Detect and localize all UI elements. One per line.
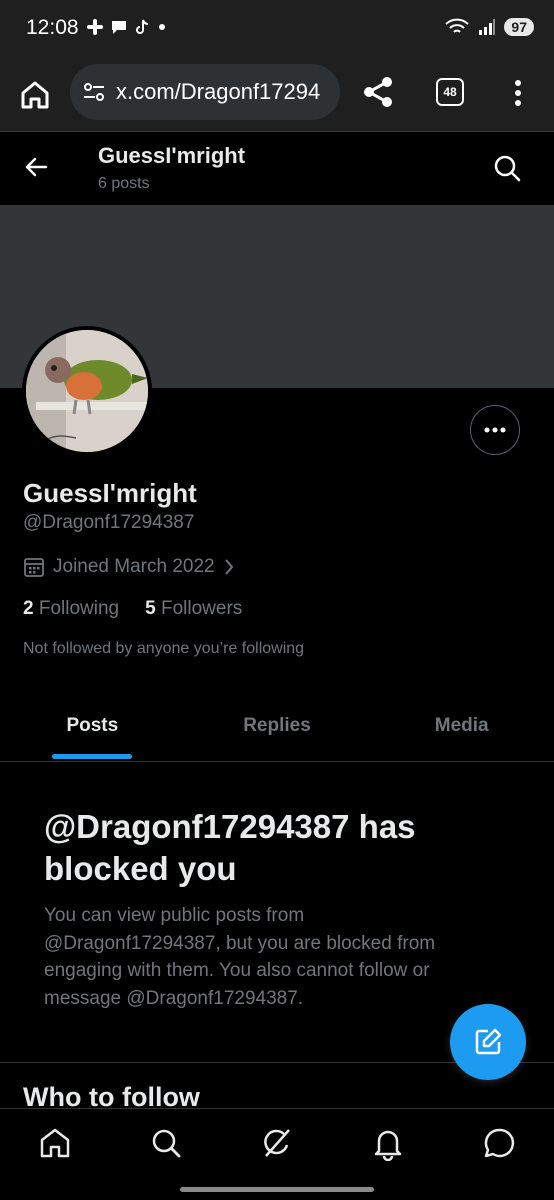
following-count: 2 — [23, 598, 34, 619]
battery-badge: 97 — [504, 18, 534, 36]
chat-icon — [112, 21, 126, 34]
follow-stats: 2 Following 5 Followers — [23, 598, 242, 620]
wifi-icon — [445, 18, 470, 33]
browser-home-icon[interactable] — [18, 78, 52, 112]
who-to-follow-heading: Who to follow — [23, 1082, 200, 1110]
following-link[interactable]: 2 Following — [23, 598, 119, 620]
calendar-icon — [24, 558, 44, 577]
header-name: GuessI'mright — [98, 143, 246, 168]
share-icon[interactable] — [360, 74, 396, 110]
followers-link[interactable]: 5 Followers — [145, 598, 242, 620]
tiktok-icon — [136, 19, 149, 34]
tab-posts[interactable]: Posts — [0, 690, 185, 761]
dot-icon — [159, 24, 165, 30]
back-arrow-icon[interactable] — [22, 153, 50, 181]
more-horiz-icon — [484, 427, 506, 433]
gesture-bar[interactable] — [180, 1187, 374, 1192]
blocked-body: You can view public posts from @Dragonf1… — [44, 905, 436, 1009]
tab-media[interactable]: Media — [369, 690, 554, 761]
notifications-icon[interactable] — [370, 1125, 406, 1161]
notification-icons — [86, 18, 166, 36]
messages-icon[interactable] — [481, 1125, 517, 1161]
search-icon[interactable] — [492, 153, 522, 183]
status-right: 97 — [444, 17, 534, 37]
explore-search-icon[interactable] — [148, 1125, 184, 1161]
site-settings-icon[interactable] — [82, 80, 106, 104]
tab-replies[interactable]: Replies — [185, 690, 370, 761]
header-post-count: 6 posts — [98, 175, 150, 192]
tab-media-label: Media — [434, 714, 489, 736]
compose-button[interactable] — [450, 1004, 526, 1080]
url-bar[interactable]: x.com/Dragonf17294 — [70, 64, 340, 120]
more-vert-icon[interactable] — [506, 76, 530, 110]
not-followed-notice: Not followed by anyone you’re following — [23, 640, 305, 657]
url-text: x.com/Dragonf17294 — [116, 79, 321, 104]
tab-switcher-button[interactable]: 48 — [436, 78, 464, 106]
following-label: Following — [38, 598, 120, 619]
compose-icon — [475, 1028, 502, 1055]
home-icon[interactable] — [37, 1125, 73, 1161]
blocked-title: @Dragonf17294387 has blocked you — [44, 808, 416, 887]
tab-replies-label: Replies — [243, 714, 311, 736]
chevron-right-icon — [224, 559, 233, 575]
profile-avatar[interactable] — [22, 326, 152, 456]
profile-handle: @Dragonf17294387 — [23, 512, 195, 533]
grok-icon[interactable] — [259, 1125, 295, 1161]
slack-icon — [87, 19, 103, 35]
followers-label: Followers — [160, 598, 243, 619]
followers-count: 5 — [145, 598, 156, 619]
signal-icon — [479, 19, 496, 35]
parrot-avatar-image — [26, 330, 148, 452]
status-time: 12:08 — [26, 16, 79, 39]
joined-text: Joined March 2022 — [53, 556, 215, 577]
browser-toolbar: x.com/Dragonf17294 48 — [0, 60, 554, 132]
profile-tabs: Posts Replies Media — [0, 690, 554, 762]
profile-display-name: GuessI'mright — [23, 478, 197, 508]
profile-header: GuessI'mright 6 posts — [0, 133, 554, 205]
status-bar: 12:08 97 — [0, 0, 554, 60]
tab-posts-label: Posts — [66, 714, 119, 736]
active-tab-indicator — [52, 754, 133, 759]
more-options-button[interactable] — [470, 405, 520, 455]
joined-date[interactable]: Joined March 2022 — [23, 556, 235, 578]
